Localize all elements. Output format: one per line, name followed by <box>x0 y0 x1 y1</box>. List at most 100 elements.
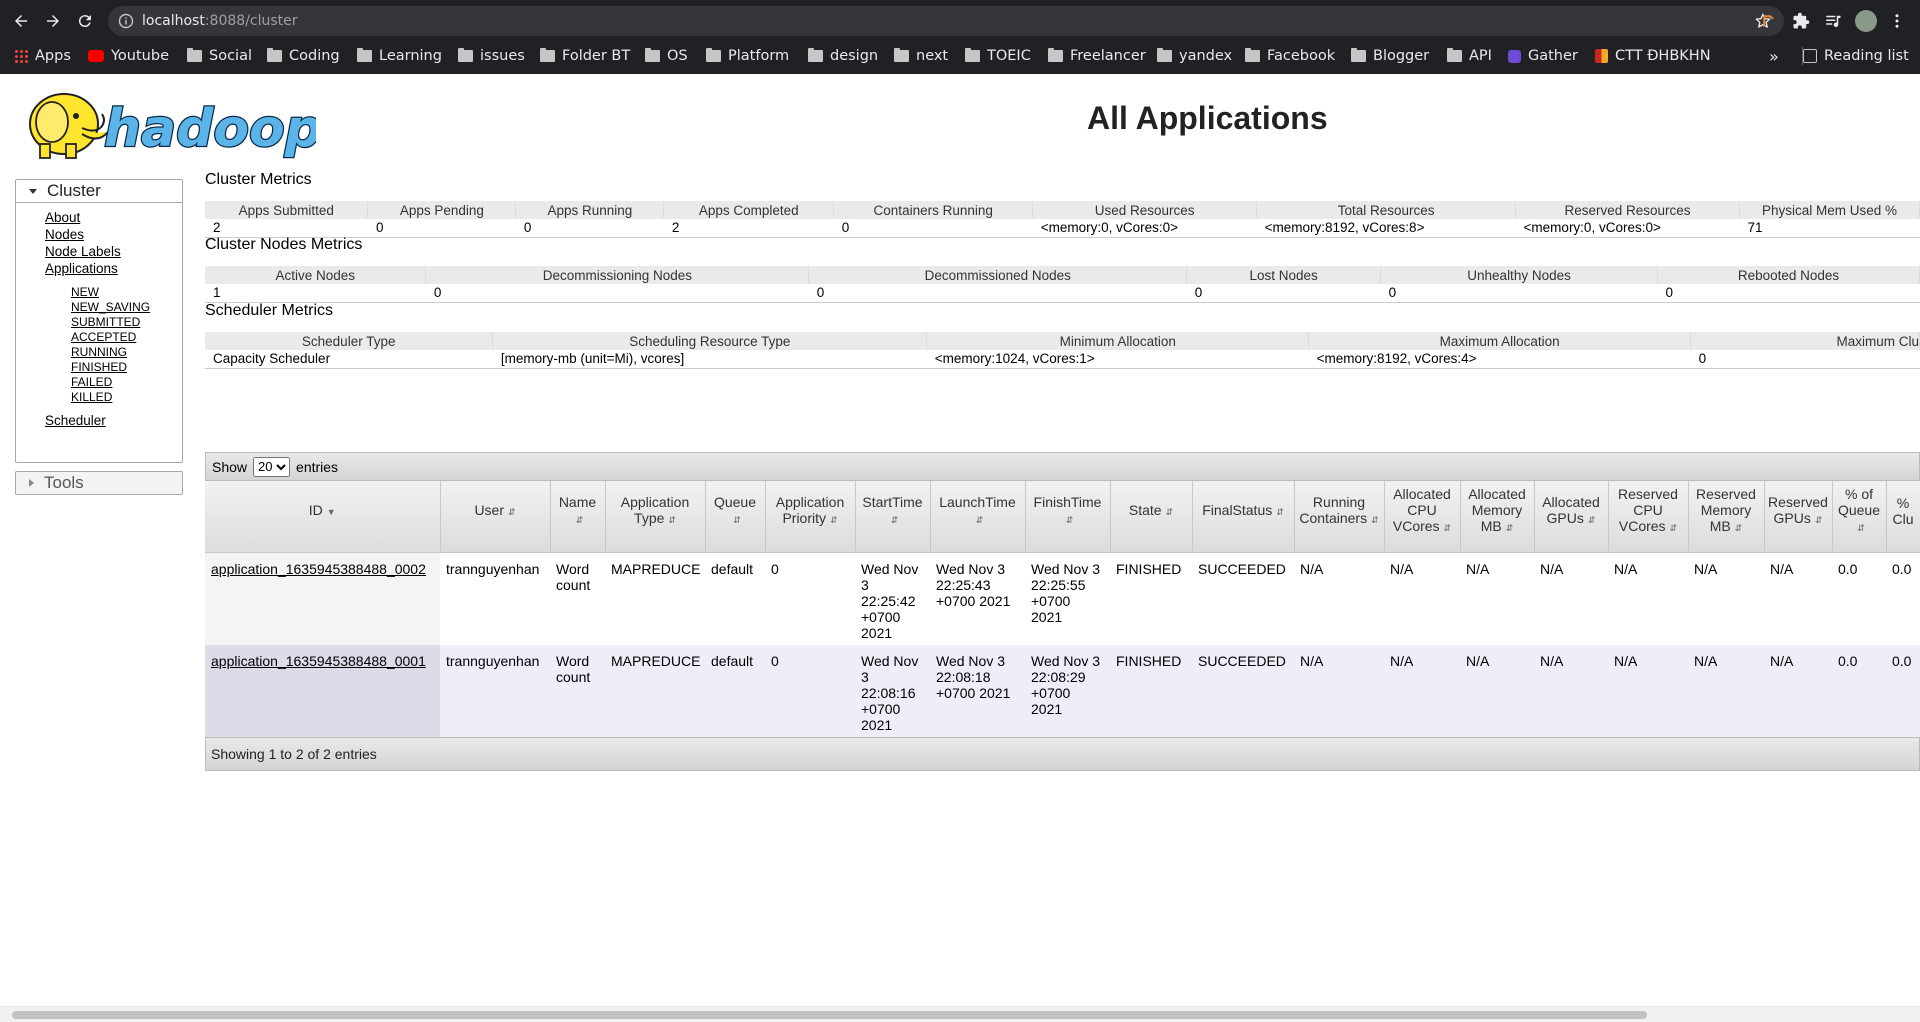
collapse-triangle-icon <box>29 188 37 194</box>
column-header-text: Application <box>775 494 845 511</box>
nodes-link-decommissioned[interactable]: 0 <box>817 285 825 300</box>
column-header-start-time[interactable]: StartTime ⇵ <box>855 481 931 553</box>
nodes-link-unhealthy[interactable]: 0 <box>1389 285 1397 300</box>
cell-state: FINISHED <box>1110 552 1192 645</box>
media-queue-icon[interactable] <box>1823 11 1843 31</box>
column-header-reserved-cpu-vcores[interactable]: Reserved CPU VCores ⇵ <box>1608 481 1689 553</box>
bookmark-facebook[interactable]: Facebook <box>1245 42 1335 70</box>
nodes-link-rebooted[interactable]: 0 <box>1666 285 1674 300</box>
nodes-header-decommissioned: Decommissioned Nodes <box>808 266 1188 284</box>
bookmark-learning[interactable]: Learning <box>357 42 442 70</box>
site-info-icon[interactable] <box>118 13 134 29</box>
bookmark-gather[interactable]: Gather <box>1508 42 1578 70</box>
column-header-allocated-gpus[interactable]: Allocated GPUs ⇵ <box>1534 481 1609 553</box>
column-header-allocated-cpu-vcores[interactable]: Allocated CPU VCores ⇵ <box>1384 481 1461 553</box>
column-header-queue[interactable]: Queue ⇵ <box>705 481 766 553</box>
sidebar-link-nodes[interactable]: Nodes <box>45 227 84 242</box>
bookmark-toeic[interactable]: TOEIC <box>965 42 1031 70</box>
column-header-application-priority[interactable]: Application Priority ⇵ <box>765 481 856 553</box>
metric-value-apps-submitted: 2 <box>205 219 368 238</box>
address-bar[interactable]: localhost:8088/cluster <box>108 6 1784 36</box>
sort-both-icon: ⇵ <box>1587 515 1596 526</box>
column-header-final-status[interactable]: FinalStatus ⇵ <box>1192 481 1295 553</box>
metric-value-used-resources: <memory:0, vCores:0> <box>1032 219 1257 238</box>
reading-list-button[interactable]: Reading list <box>1803 42 1909 70</box>
hadoop-elephant-icon: hadoop <box>29 93 323 160</box>
bookmarks-overflow-button[interactable]: » <box>1769 42 1779 70</box>
column-header-percent-of-cluster[interactable]: % Clu <box>1886 481 1920 553</box>
bookmark-social[interactable]: Social <box>187 42 252 70</box>
extensions-puzzle-icon[interactable] <box>1791 11 1811 31</box>
sidebar-state-new[interactable]: NEW <box>71 285 99 299</box>
cell-start-time: Wed Nov 3 22:25:42 +0700 2021 <box>855 552 930 645</box>
bookmark-design[interactable]: design <box>808 42 878 70</box>
column-header-application-type[interactable]: Application Type ⇵ <box>605 481 706 553</box>
column-header-user[interactable]: User ⇵ <box>440 481 551 553</box>
column-header-state[interactable]: State ⇵ <box>1110 481 1193 553</box>
application-id-link[interactable]: application_1635945388488_0002 <box>211 561 426 577</box>
horizontal-scrollbar[interactable] <box>0 1006 1920 1022</box>
extension-orange-icon[interactable] <box>1759 11 1779 31</box>
column-header-text: Queue <box>713 494 757 511</box>
bookmark-youtube[interactable]: Youtube <box>88 42 169 70</box>
cell-reserved-gpus: N/A <box>1764 552 1832 645</box>
profile-avatar[interactable] <box>1855 10 1877 32</box>
sidebar-state-new-saving[interactable]: NEW_SAVING <box>71 300 150 314</box>
sidebar-state-finished[interactable]: FINISHED <box>71 360 127 374</box>
column-header-percent-of-queue[interactable]: % of Queue ⇵ <box>1832 481 1887 553</box>
hadoop-logo[interactable]: hadoop <box>16 82 323 162</box>
column-header-text: GPUs <box>1773 510 1811 527</box>
back-arrow-icon[interactable] <box>9 9 33 33</box>
nodes-link-active[interactable]: 1 <box>213 285 221 300</box>
cell-id[interactable]: application_1635945388488_0001 <box>205 644 440 737</box>
bookmark-label: Freelancer <box>1070 48 1146 64</box>
bookmark-apps[interactable]: Apps <box>14 42 71 70</box>
column-header-text: VCores <box>1392 518 1440 535</box>
column-header-reserved-memory-mb[interactable]: Reserved Memory MB ⇵ <box>1688 481 1765 553</box>
nodes-link-lost[interactable]: 0 <box>1195 285 1203 300</box>
application-id-link[interactable]: application_1635945388488_0001 <box>211 653 426 669</box>
cell-allocated-cpu-vcores: N/A <box>1384 644 1460 737</box>
bookmark-next[interactable]: next <box>894 42 948 70</box>
bookmark-freelancer[interactable]: Freelancer <box>1048 42 1146 70</box>
sidebar-state-failed[interactable]: FAILED <box>71 375 112 389</box>
bookmark-ctt[interactable]: CTT ĐHBKHN <box>1595 42 1711 70</box>
bookmark-os[interactable]: OS <box>645 42 688 70</box>
tools-panel-header[interactable]: Tools <box>16 472 182 494</box>
reload-icon[interactable] <box>73 9 97 33</box>
page-size-select[interactable]: 20 <box>253 456 291 477</box>
bookmark-issues[interactable]: issues <box>458 42 525 70</box>
sidebar-state-accepted[interactable]: ACCEPTED <box>71 330 136 344</box>
scrollbar-thumb[interactable] <box>12 1011 1647 1019</box>
cluster-panel-header[interactable]: Cluster <box>16 180 182 202</box>
bookmark-api[interactable]: API <box>1447 42 1492 70</box>
bookmark-coding[interactable]: Coding <box>267 42 340 70</box>
sidebar-link-node-labels[interactable]: Node Labels <box>45 244 121 259</box>
bookmark-folder-bt[interactable]: Folder BT <box>540 42 630 70</box>
nodes-link-decommissioning[interactable]: 0 <box>434 285 442 300</box>
column-header-id[interactable]: ID ▼ <box>205 481 441 553</box>
column-header-running-containers[interactable]: Running Containers ⇵ <box>1294 481 1385 553</box>
sidebar-state-running[interactable]: RUNNING <box>71 345 127 359</box>
sidebar-link-applications[interactable]: Applications <box>45 261 118 276</box>
column-header-launch-time[interactable]: LaunchTime ⇵ <box>930 481 1026 553</box>
column-header-name[interactable]: Name ⇵ <box>550 481 606 553</box>
column-header-reserved-gpus[interactable]: Reserved GPUs ⇵ <box>1764 481 1833 553</box>
cell-text: 0.0 <box>1838 560 1858 577</box>
bookmark-yandex[interactable]: yandex <box>1157 42 1232 70</box>
cell-id[interactable]: application_1635945388488_0002 <box>205 552 440 645</box>
bookmark-blogger[interactable]: Blogger <box>1351 42 1429 70</box>
bookmark-platform[interactable]: Platform <box>706 42 789 70</box>
column-header-finish-time[interactable]: FinishTime ⇵ <box>1025 481 1111 553</box>
column-header-text: Containers <box>1299 510 1368 527</box>
forward-arrow-icon[interactable] <box>41 9 65 33</box>
sidebar-link-scheduler[interactable]: Scheduler <box>45 413 106 428</box>
scheduler-metrics-value-row: Capacity Scheduler [memory-mb (unit=Mi),… <box>205 350 1920 369</box>
browser-menu-icon[interactable] <box>1887 11 1907 31</box>
bookmark-label: Apps <box>35 48 71 64</box>
sidebar-state-killed[interactable]: KILLED <box>71 390 112 404</box>
column-header-allocated-memory-mb[interactable]: Allocated Memory MB ⇵ <box>1460 481 1535 553</box>
tools-panel[interactable]: Tools <box>15 471 183 495</box>
sidebar-link-about[interactable]: About <box>45 210 80 225</box>
sidebar-state-submitted[interactable]: SUBMITTED <box>71 315 140 329</box>
